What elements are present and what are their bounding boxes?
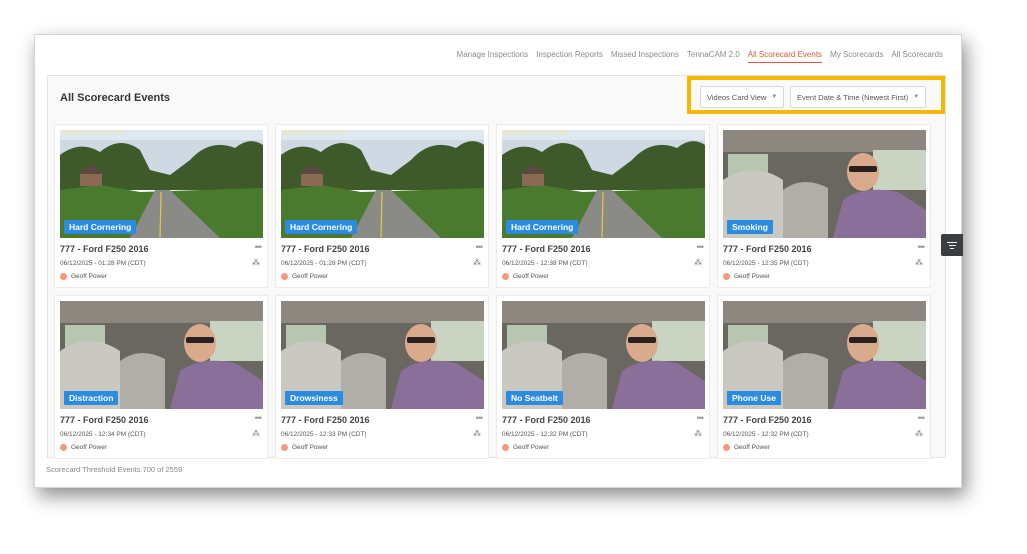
- video-thumbnail[interactable]: Drowsiness: [281, 301, 484, 409]
- avatar: [723, 273, 730, 280]
- driver-info: Geoff Power: [502, 444, 549, 451]
- avatar: [502, 273, 509, 280]
- top-nav: Manage Inspections Inspection Reports Mi…: [457, 50, 943, 63]
- more-dots-icon[interactable]: •••: [476, 413, 484, 423]
- event-type-badge: Distraction: [64, 391, 119, 405]
- highlight-box: [687, 76, 945, 114]
- more-dots-icon[interactable]: •••: [918, 413, 926, 423]
- page-title: All Scorecard Events: [60, 92, 171, 104]
- nav-my-scorecards[interactable]: My Scorecards: [830, 50, 883, 63]
- video-thumbnail[interactable]: Smoking: [723, 130, 926, 238]
- nav-all-scorecard-events[interactable]: All Scorecard Events: [747, 50, 823, 63]
- share-icon[interactable]: ⁂: [252, 258, 260, 267]
- more-dots-icon[interactable]: •••: [476, 242, 484, 252]
- event-datetime: 06/12/2025 - 12:38 PM (CDT): [502, 260, 588, 267]
- avatar: [723, 444, 730, 451]
- event-type-badge: Hard Cornering: [64, 220, 137, 234]
- event-datetime: 06/12/2025 - 01:28 PM (CDT): [281, 260, 367, 267]
- event-datetime: 06/12/2025 - 12:32 PM (CDT): [723, 431, 809, 438]
- vehicle-name: 777 - Ford F250 2016: [60, 415, 149, 425]
- event-type-badge: Hard Cornering: [285, 220, 358, 234]
- driver-info: Geoff Power: [723, 273, 770, 280]
- event-type-badge: No Seatbelt: [506, 391, 563, 405]
- event-type-badge: Drowsiness: [285, 391, 343, 405]
- video-card[interactable]: Distraction 777 - Ford F250 2016 ••• 06/12/…: [54, 295, 268, 459]
- avatar: [281, 273, 288, 280]
- vehicle-name: 777 - Ford F250 2016: [281, 244, 370, 254]
- share-icon[interactable]: ⁂: [473, 258, 481, 267]
- event-type-badge: Phone Use: [727, 391, 781, 405]
- video-thumbnail[interactable]: 2025/06/12 13:28:43 CDT Hard Cornering: [60, 130, 263, 238]
- avatar: [502, 444, 509, 451]
- vehicle-name: 777 - Ford F250 2016: [502, 415, 591, 425]
- share-icon[interactable]: ⁂: [694, 258, 702, 267]
- nav-manage-inspections[interactable]: Manage Inspections: [457, 50, 529, 63]
- avatar: [60, 273, 67, 280]
- driver-name: Geoff Power: [734, 444, 771, 451]
- event-datetime: 06/12/2025 - 12:33 PM (CDT): [281, 431, 367, 438]
- driver-info: Geoff Power: [723, 444, 770, 451]
- driver-name: Geoff Power: [734, 273, 771, 280]
- filter-button[interactable]: [941, 234, 963, 256]
- driver-name: Geoff Power: [71, 273, 108, 280]
- video-thumbnail[interactable]: 2025/06/12 12:38:09 CDT Hard Cornering: [502, 130, 705, 238]
- video-thumbnail[interactable]: Phone Use: [723, 301, 926, 409]
- video-card[interactable]: 2025/06/12 12:38:09 CDT Hard Cornering 777…: [496, 124, 710, 288]
- share-icon[interactable]: ⁂: [915, 429, 923, 438]
- more-dots-icon[interactable]: •••: [255, 242, 263, 252]
- share-icon[interactable]: ⁂: [694, 429, 702, 438]
- video-thumbnail[interactable]: 2025/06/12 13:28:43 CDT Hard Cornering: [281, 130, 484, 238]
- driver-name: Geoff Power: [513, 444, 550, 451]
- app-window: Manage Inspections Inspection Reports Mi…: [34, 34, 962, 488]
- driver-name: Geoff Power: [292, 444, 329, 451]
- video-card[interactable]: 2025/06/12 13:28:43 CDT Hard Cornering 777…: [275, 124, 489, 288]
- driver-name: Geoff Power: [292, 273, 329, 280]
- video-card[interactable]: Drowsiness 777 - Ford F250 2016 ••• 06/12/2…: [275, 295, 489, 459]
- more-dots-icon[interactable]: •••: [255, 413, 263, 423]
- events-panel: All Scorecard Events Videos Card View ▼ …: [47, 75, 946, 459]
- share-icon[interactable]: ⁂: [915, 258, 923, 267]
- vehicle-name: 777 - Ford F250 2016: [723, 244, 812, 254]
- video-card[interactable]: 2025/06/12 13:28:43 CDT Hard Cornering 777…: [54, 124, 268, 288]
- more-dots-icon[interactable]: •••: [918, 242, 926, 252]
- driver-info: Geoff Power: [281, 444, 328, 451]
- event-datetime: 06/12/2025 - 12:32 PM (CDT): [502, 431, 588, 438]
- vehicle-name: 777 - Ford F250 2016: [723, 415, 812, 425]
- event-datetime: 06/12/2025 - 01:28 PM (CDT): [60, 260, 146, 267]
- video-timestamp-overlay: 2025/06/12 13:28:43 CDT: [62, 131, 125, 136]
- video-thumbnail[interactable]: Distraction: [60, 301, 263, 409]
- nav-all-scorecards[interactable]: All Scorecards: [891, 50, 943, 63]
- vehicle-name: 777 - Ford F250 2016: [502, 244, 591, 254]
- nav-missed-inspections[interactable]: Missed Inspections: [611, 50, 679, 63]
- share-icon[interactable]: ⁂: [473, 429, 481, 438]
- video-card[interactable]: No Seatbelt 777 - Ford F250 2016 ••• 06/12/…: [496, 295, 710, 459]
- nav-tennacam[interactable]: TennaCAM 2.0: [687, 50, 740, 63]
- vehicle-name: 777 - Ford F250 2016: [60, 244, 149, 254]
- video-thumbnail[interactable]: No Seatbelt: [502, 301, 705, 409]
- video-card[interactable]: Phone Use 777 - Ford F250 2016 ••• 06/12/20…: [717, 295, 931, 459]
- driver-info: Geoff Power: [281, 273, 328, 280]
- event-datetime: 06/12/2025 - 12:34 PM (CDT): [60, 431, 146, 438]
- driver-info: Geoff Power: [502, 273, 549, 280]
- filter-icon: [947, 240, 957, 251]
- event-count: Scorecard Threshold Events 700 of 2559: [46, 465, 183, 474]
- share-icon[interactable]: ⁂: [252, 429, 260, 438]
- video-card[interactable]: Smoking 777 - Ford F250 2016 ••• 06/12/2025…: [717, 124, 931, 288]
- event-type-badge: Hard Cornering: [506, 220, 579, 234]
- more-dots-icon[interactable]: •••: [697, 413, 705, 423]
- driver-info: Geoff Power: [60, 273, 107, 280]
- nav-inspection-reports[interactable]: Inspection Reports: [536, 50, 603, 63]
- avatar: [281, 444, 288, 451]
- vehicle-name: 777 - Ford F250 2016: [281, 415, 370, 425]
- avatar: [60, 444, 67, 451]
- driver-info: Geoff Power: [60, 444, 107, 451]
- event-type-badge: Smoking: [727, 220, 773, 234]
- more-dots-icon[interactable]: •••: [697, 242, 705, 252]
- driver-name: Geoff Power: [71, 444, 108, 451]
- video-timestamp-overlay: 2025/06/12 13:28:43 CDT: [283, 131, 346, 136]
- video-timestamp-overlay: 2025/06/12 12:38:09 CDT: [504, 131, 567, 136]
- event-datetime: 06/12/2025 - 12:35 PM (CDT): [723, 260, 809, 267]
- driver-name: Geoff Power: [513, 273, 550, 280]
